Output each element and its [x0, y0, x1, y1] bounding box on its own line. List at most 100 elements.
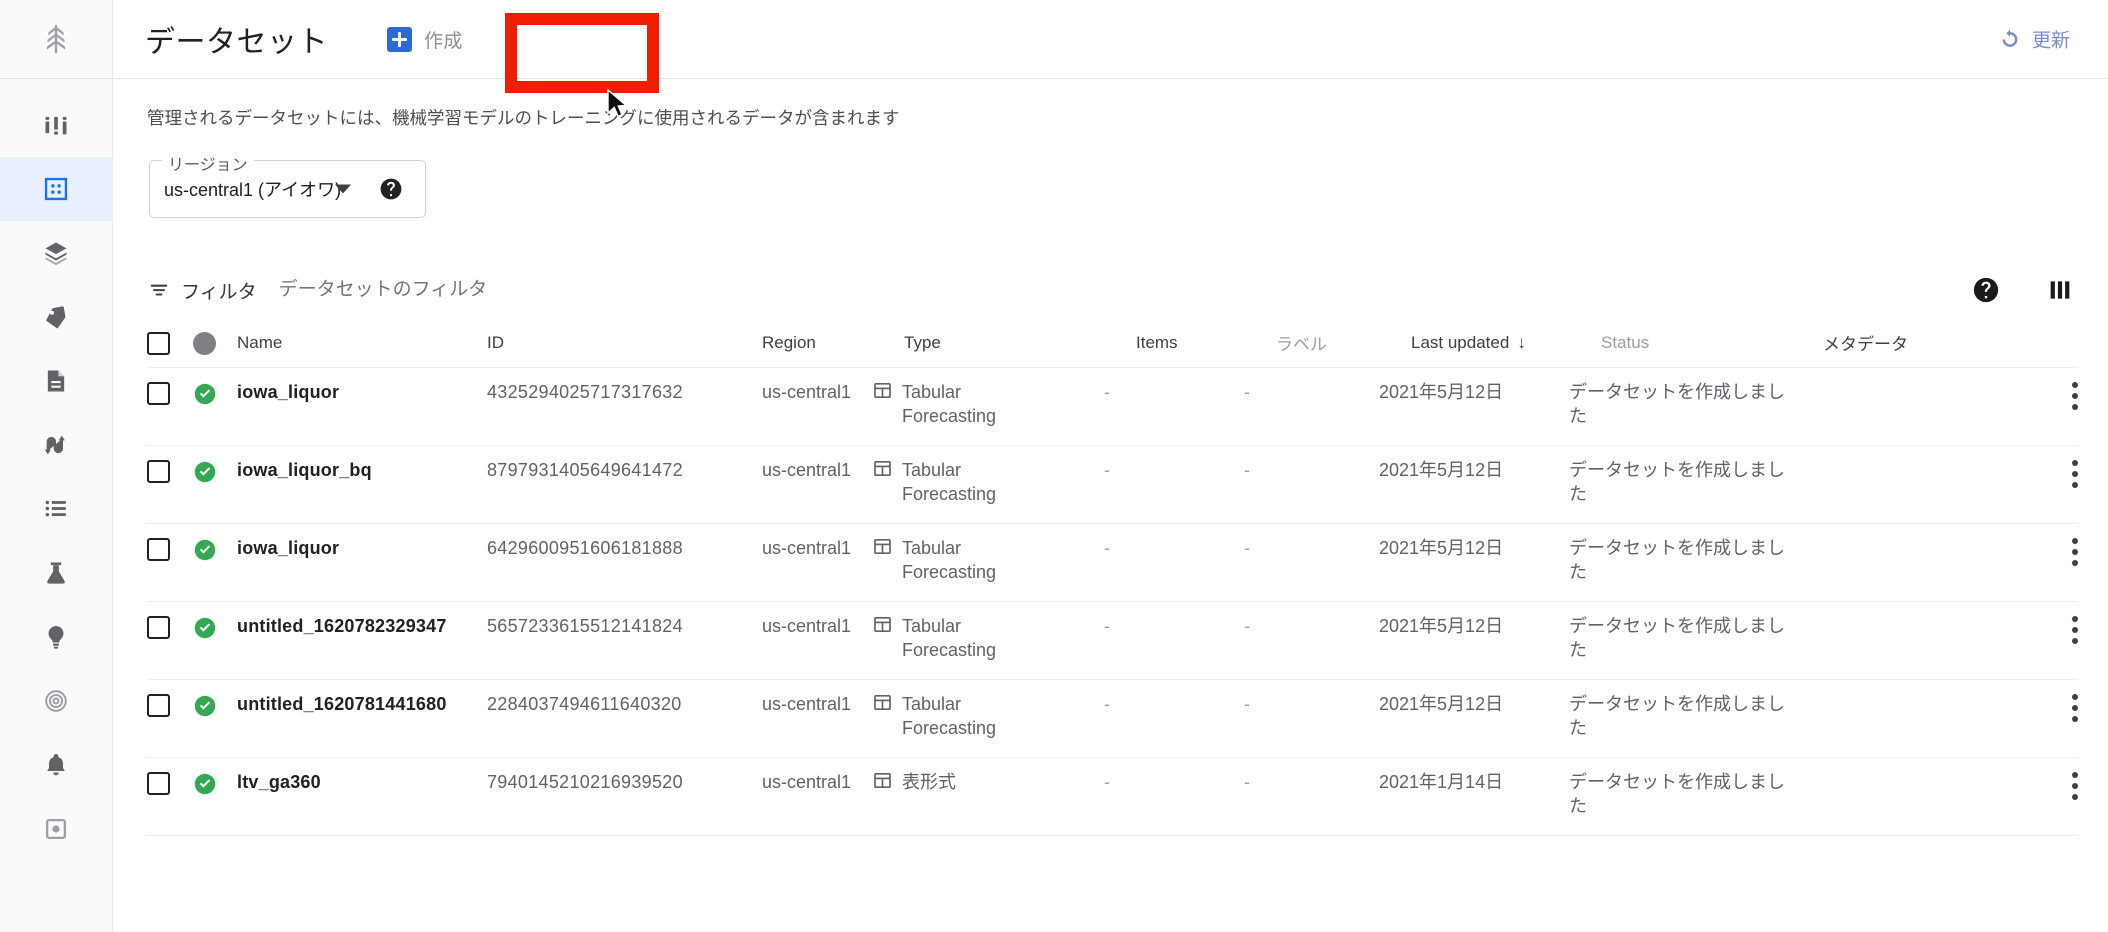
- chevron-down-icon[interactable]: [335, 184, 351, 194]
- column-header-type[interactable]: Type: [904, 333, 1136, 353]
- vertex-ai-logo-icon[interactable]: [0, 0, 113, 79]
- cell-labels: -: [1244, 694, 1250, 715]
- kebab-menu-icon[interactable]: [2072, 380, 2078, 411]
- table-row[interactable]: ltv_ga360 7940145210216939520 us-central1 表…: [147, 758, 2078, 837]
- table-row[interactable]: untitled_1620782329347 565723361551214182…: [147, 602, 2078, 681]
- row-menu-cell: [2028, 770, 2078, 801]
- table-row[interactable]: iowa_liquor_bq 8797931405649641472 us-cent…: [147, 446, 2078, 525]
- table-icon: [874, 539, 891, 555]
- row-status-icon-cell: [193, 536, 237, 562]
- sidebar-item-experiments[interactable]: [0, 541, 113, 605]
- datasets-grid-icon: [44, 177, 68, 201]
- column-header-last-updated-label: Last updated: [1411, 332, 1510, 352]
- cell-id: 7940145210216939520: [487, 772, 683, 793]
- cell-type-text: 表形式: [902, 772, 956, 793]
- cell-last-updated: 2021年1月14日: [1379, 772, 1504, 793]
- filter-input[interactable]: [278, 279, 759, 302]
- row-select-cell: [147, 458, 193, 484]
- sidebar-item-pipelines[interactable]: [0, 413, 113, 477]
- row-status-icon-cell: [193, 770, 237, 796]
- table-row[interactable]: iowa_liquor 4325294025717317632 us-central…: [147, 368, 2078, 447]
- row-checkbox[interactable]: [147, 460, 170, 484]
- help-circle-icon[interactable]: [379, 177, 403, 201]
- column-settings-button[interactable]: [2046, 276, 2074, 304]
- cell-name[interactable]: ltv_ga360: [237, 770, 487, 794]
- cell-status: データセットを作成しました: [1569, 380, 1791, 429]
- sidebar-item-batch-predictions[interactable]: [0, 797, 113, 861]
- nav-items: [0, 79, 113, 861]
- sidebar-item-features[interactable]: [0, 221, 113, 285]
- cell-type: 表形式: [872, 770, 1104, 794]
- kebab-menu-icon[interactable]: [2072, 458, 2078, 489]
- filter-button[interactable]: フィルタ: [147, 277, 257, 304]
- refresh-button[interactable]: 更新: [1992, 22, 2076, 57]
- sidebar-item-labeling-tasks[interactable]: [0, 285, 113, 349]
- region-select[interactable]: リージョン us-central1 (アイオワ): [149, 151, 426, 219]
- cell-id: 2284037494611640320: [487, 694, 682, 715]
- column-header-region[interactable]: Region: [762, 333, 904, 353]
- sidebar-item-datasets[interactable]: [0, 157, 113, 221]
- table-row[interactable]: untitled_1620781441680 228403749461164032…: [147, 680, 2078, 759]
- plus-square-icon: [387, 26, 412, 52]
- select-all-checkbox[interactable]: [147, 332, 170, 356]
- sidebar-item-dashboard[interactable]: [0, 93, 113, 157]
- cell-region: us-central1: [762, 538, 852, 559]
- sidebar-item-endpoints[interactable]: [0, 669, 113, 733]
- row-select-cell: [147, 770, 193, 796]
- cell-name[interactable]: untitled_1620781441680: [237, 692, 487, 716]
- filter-bar: フィルタ: [147, 262, 2078, 318]
- filter-label: フィルタ: [181, 281, 257, 303]
- check-circle-icon: [194, 617, 216, 639]
- row-menu-cell: [2028, 536, 2078, 567]
- sidebar-item-training[interactable]: [0, 477, 113, 541]
- kebab-menu-icon[interactable]: [2072, 536, 2078, 567]
- column-header-items[interactable]: Items: [1136, 333, 1276, 353]
- row-checkbox[interactable]: [147, 616, 170, 640]
- row-select-cell: [147, 692, 193, 718]
- refresh-icon: [2002, 29, 2018, 47]
- table-row[interactable]: iowa_liquor 6429600951606181888 us-central…: [147, 524, 2078, 603]
- row-select-cell: [147, 614, 193, 640]
- sidebar-item-models[interactable]: [0, 605, 113, 669]
- table-help-button[interactable]: [1972, 276, 2000, 304]
- cell-name[interactable]: iowa_liquor_bq: [237, 458, 487, 482]
- kebab-menu-icon[interactable]: [2072, 692, 2078, 723]
- sidebar-item-monitoring[interactable]: [0, 733, 113, 797]
- row-checkbox[interactable]: [147, 694, 170, 718]
- cell-status: データセットを作成しました: [1569, 458, 1791, 507]
- cell-status: データセットを作成しました: [1569, 536, 1791, 585]
- column-header-status[interactable]: Status: [1601, 333, 1823, 353]
- column-header-labels[interactable]: ラベル: [1276, 330, 1411, 355]
- row-checkbox[interactable]: [147, 772, 170, 796]
- cell-items: -: [1104, 382, 1110, 403]
- row-status-icon-cell: [193, 614, 237, 640]
- kebab-menu-icon[interactable]: [2072, 770, 2078, 801]
- cell-type-text: Tabular Forecasting: [902, 382, 997, 427]
- app-root: データセット 作成 更新 管理されるデータセットには、機械学習モデルのトレーニン…: [0, 0, 2108, 932]
- cell-type-text: Tabular Forecasting: [902, 694, 997, 739]
- cell-items: -: [1104, 460, 1110, 481]
- cell-labels: -: [1244, 460, 1250, 481]
- column-header-name[interactable]: Name: [237, 333, 487, 353]
- row-status-icon-cell: [193, 458, 237, 484]
- cell-name[interactable]: iowa_liquor: [237, 536, 487, 560]
- row-menu-cell: [2028, 380, 2078, 411]
- row-checkbox[interactable]: [147, 538, 170, 562]
- cell-name[interactable]: iowa_liquor: [237, 380, 487, 404]
- column-header-last-updated[interactable]: Last updated ↓: [1411, 333, 1601, 353]
- column-header-id[interactable]: ID: [487, 333, 762, 353]
- column-header-metadata[interactable]: メタデータ: [1823, 330, 2028, 355]
- cell-type: Tabular Forecasting: [872, 692, 1104, 741]
- row-checkbox[interactable]: [147, 382, 170, 406]
- create-button[interactable]: 作成: [379, 20, 471, 59]
- left-nav-rail: [0, 0, 113, 932]
- layers-icon: [45, 242, 67, 266]
- row-select-cell: [147, 380, 193, 406]
- cell-name[interactable]: untitled_1620782329347: [237, 614, 487, 638]
- cell-type-text: Tabular Forecasting: [902, 538, 997, 583]
- kebab-menu-icon[interactable]: [2072, 614, 2078, 645]
- cell-id: 5657233615512141824: [487, 616, 683, 637]
- sidebar-item-workbench[interactable]: [0, 349, 113, 413]
- page-header: データセット 作成 更新: [113, 0, 2108, 93]
- cell-status-text: データセットを作成しました: [1569, 616, 1785, 661]
